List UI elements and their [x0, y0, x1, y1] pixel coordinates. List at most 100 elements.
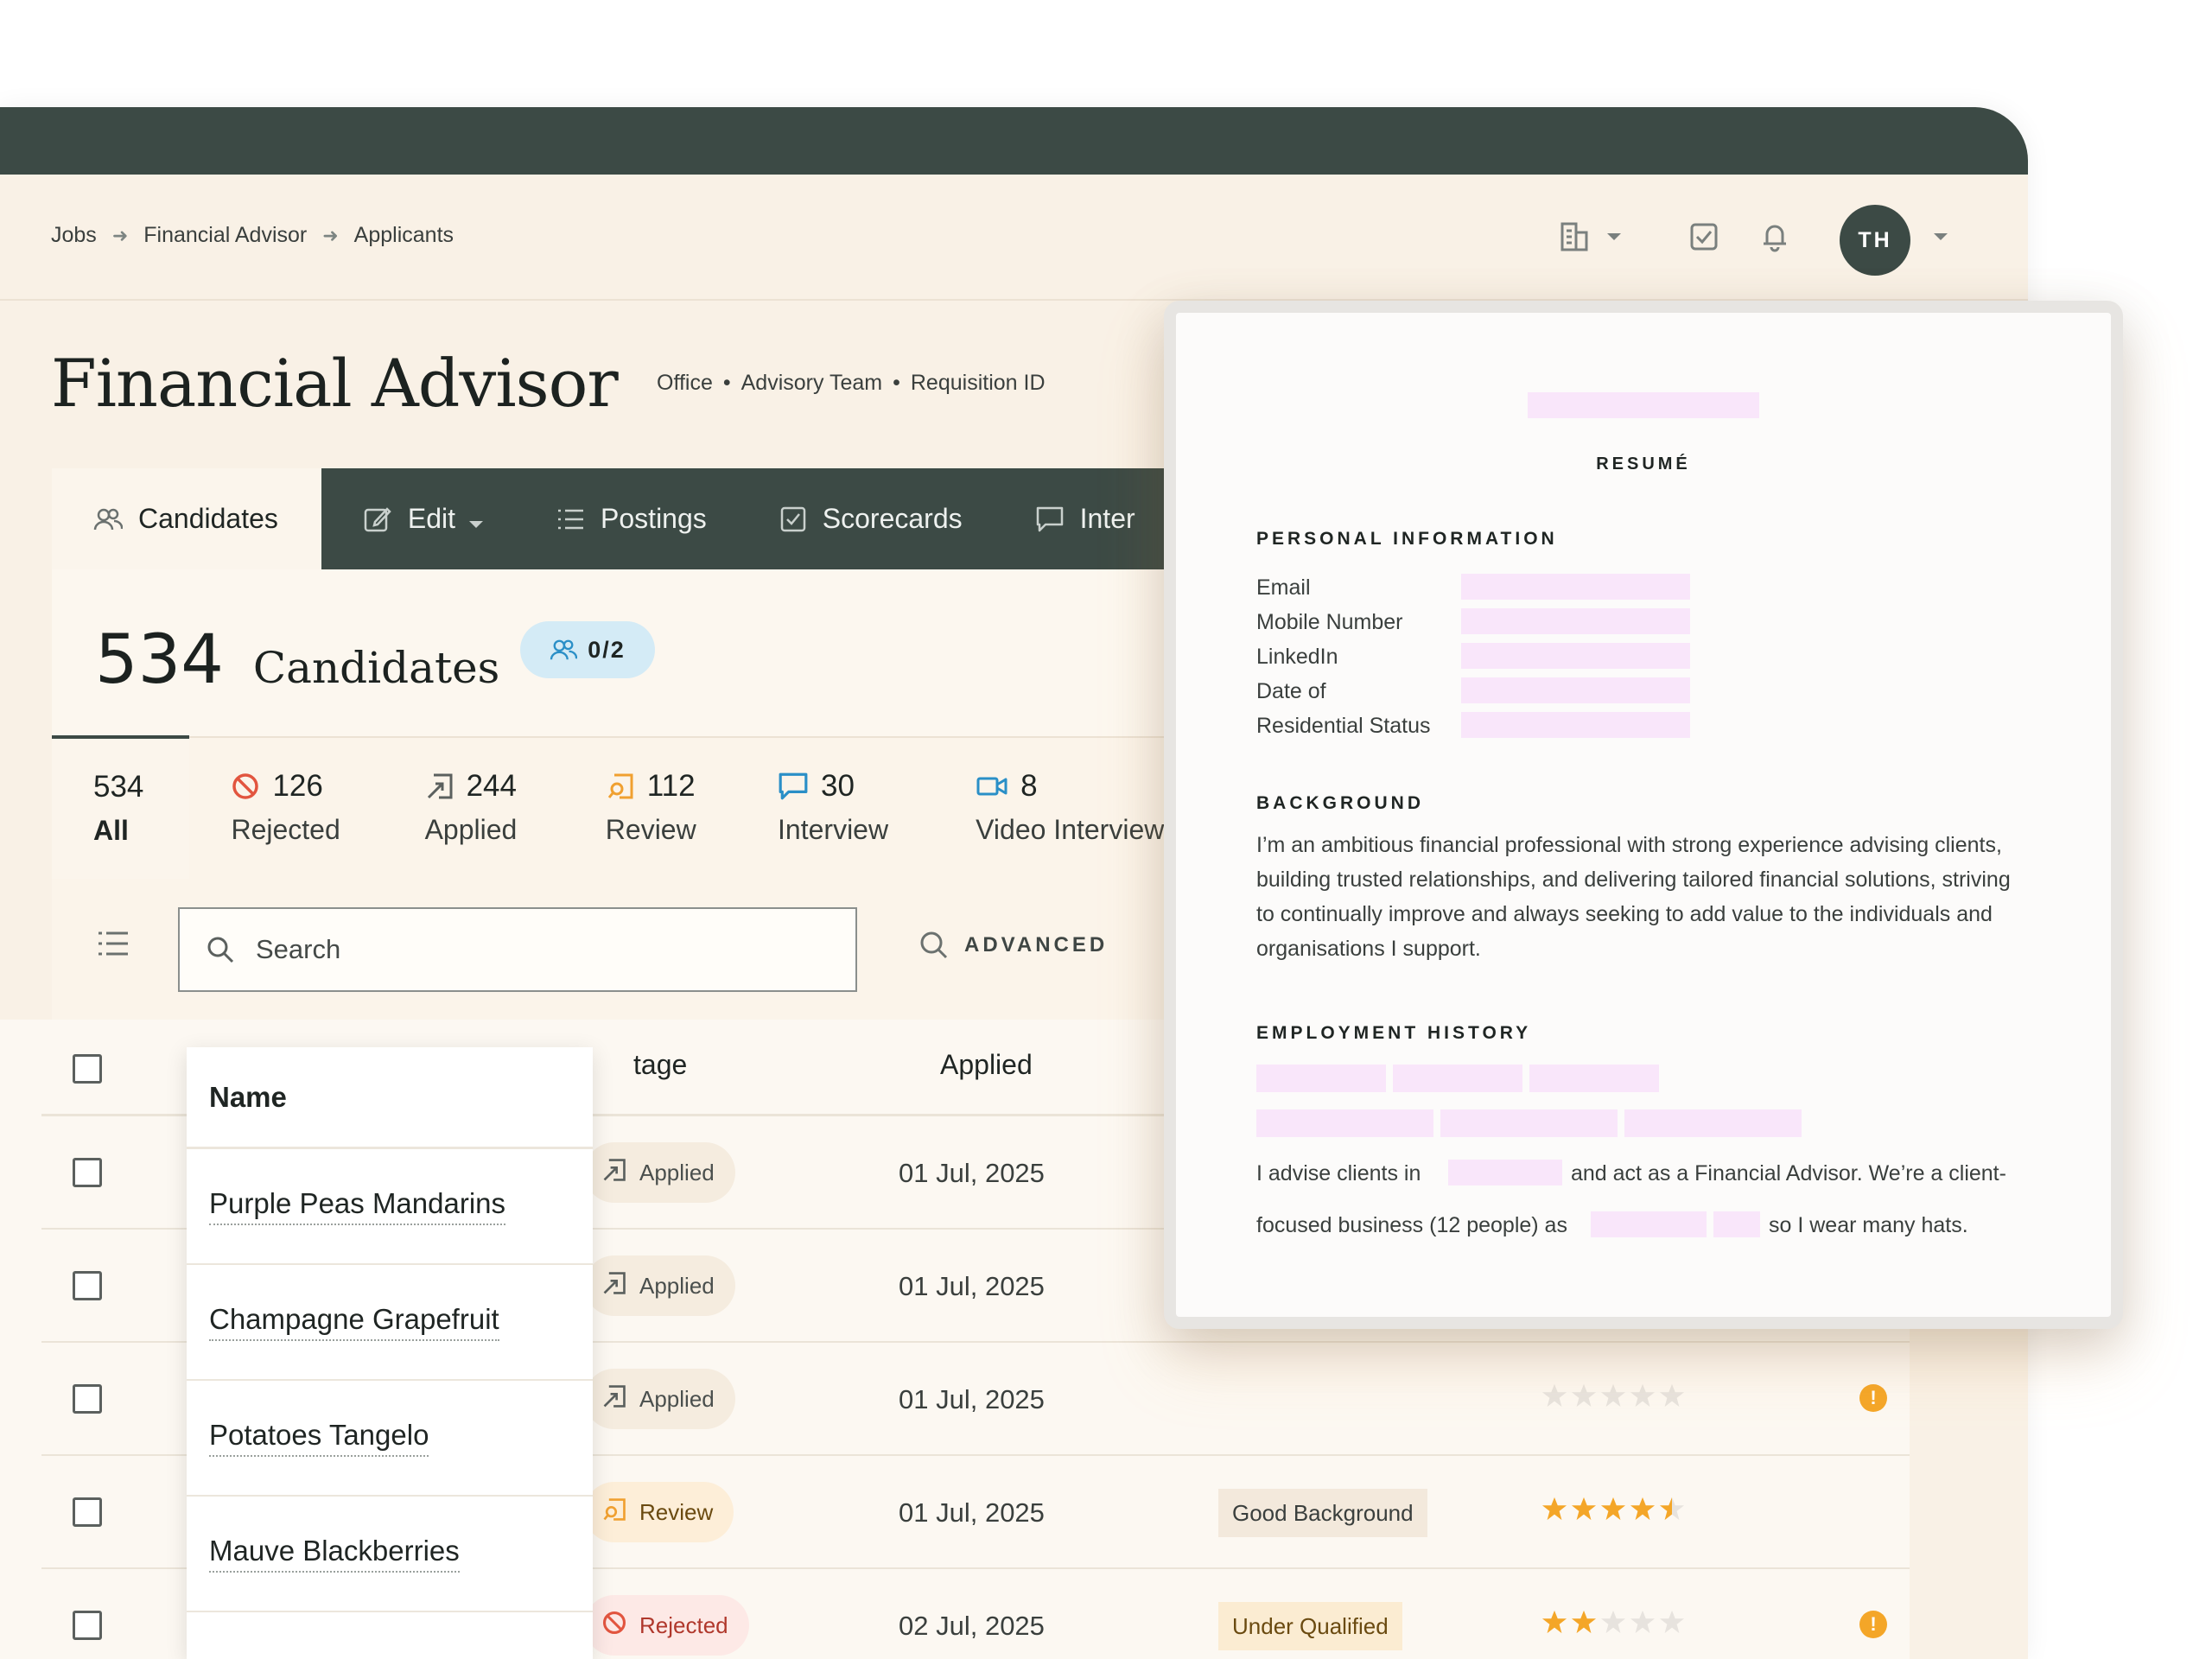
ban-icon — [601, 1610, 639, 1642]
stage-pill[interactable]: Applied — [584, 1255, 735, 1316]
search-placeholder: Search — [256, 934, 341, 964]
chevron-down-icon[interactable] — [1922, 218, 1960, 256]
name-cell[interactable] — [187, 1612, 593, 1659]
candidate-name[interactable]: Purple Peas Mandarins — [209, 1187, 506, 1225]
team-badge-text: 0/2 — [588, 636, 626, 663]
chat-icon — [779, 772, 808, 800]
stage-interview[interactable]: 30 Interview — [736, 738, 934, 879]
stage-label: Interview — [778, 814, 889, 845]
building-icon[interactable] — [1555, 218, 1593, 256]
field-linkedin: LinkedIn — [1256, 645, 1338, 669]
redacted-value — [1461, 574, 1690, 600]
stage-pill[interactable]: Applied — [584, 1142, 735, 1203]
applied-icon — [601, 1270, 639, 1302]
redacted-value — [1529, 1065, 1659, 1092]
employment-line-2-a: focused business (12 people) as — [1256, 1213, 1567, 1237]
stage-video-interview[interactable]: 8 Video Interview — [934, 738, 1175, 879]
stage-pill-label: Applied — [639, 1159, 715, 1185]
stage-pill[interactable]: Rejected — [584, 1595, 749, 1656]
stage-count: 30 — [821, 769, 855, 803]
candidate-name[interactable]: Champagne Grapefruit — [209, 1303, 499, 1341]
stage-pill-label: Review — [639, 1498, 714, 1525]
stage-count: 126 — [272, 769, 323, 803]
team-badge[interactable]: 0/2 — [520, 621, 655, 678]
stage-review[interactable]: 112 Review — [564, 738, 736, 879]
row-checkbox[interactable] — [73, 1497, 102, 1527]
tab-interviews[interactable]: Inter — [994, 468, 1166, 569]
avatar[interactable]: TH — [1840, 205, 1910, 276]
search-icon — [920, 931, 948, 959]
field-residential-status: Residential Status — [1256, 714, 1431, 738]
stage-label: Review — [605, 814, 696, 845]
search-icon — [207, 937, 234, 963]
redacted-value — [1591, 1211, 1707, 1237]
task-check-icon[interactable] — [1685, 218, 1723, 256]
tab-edit[interactable]: Edit — [321, 468, 514, 569]
stage-pill-label: Rejected — [639, 1611, 728, 1638]
tab-postings[interactable]: Postings — [514, 468, 738, 569]
stage-all[interactable]: 534 All — [52, 735, 190, 879]
row-checkbox[interactable] — [73, 1384, 102, 1414]
warning-icon[interactable]: ! — [1859, 1611, 1887, 1638]
tab-bar: Candidates Edit Postings Scorecards Inte… — [52, 468, 1175, 569]
row-checkbox[interactable] — [73, 1611, 102, 1640]
stage-pill-label: Applied — [639, 1272, 715, 1299]
star-icon — [1600, 1383, 1626, 1408]
name-cell[interactable]: Purple Peas Mandarins — [187, 1149, 593, 1265]
star-icon — [1571, 1610, 1597, 1634]
breadcrumb-financial-advisor[interactable]: Financial Advisor — [143, 223, 307, 248]
name-cell[interactable]: Mauve Blackberries — [187, 1497, 593, 1612]
candidate-name[interactable]: Potatoes Tangelo — [209, 1419, 429, 1457]
list-view-icon[interactable] — [97, 929, 130, 963]
redacted-value — [1713, 1211, 1760, 1237]
review-icon — [601, 1497, 639, 1529]
rating-stars — [1541, 1609, 1685, 1635]
search-input[interactable]: Search — [178, 907, 857, 992]
breadcrumb-applicants[interactable]: Applicants — [354, 223, 454, 248]
redacted-value — [1624, 1109, 1802, 1137]
page-title: Financial Advisor — [51, 345, 619, 422]
advanced-search-button[interactable]: ADVANCED — [919, 931, 1108, 960]
personal-info-heading: PERSONAL INFORMATION — [1256, 529, 1558, 549]
employment-line-2-b: so I wear many hats. — [1769, 1213, 1968, 1237]
tab-label: Candidates — [138, 503, 278, 534]
row-checkbox[interactable] — [73, 1158, 102, 1187]
employment-heading: EMPLOYMENT HISTORY — [1256, 1023, 1532, 1043]
redacted-value — [1393, 1065, 1522, 1092]
name-cell[interactable]: Champagne Grapefruit — [187, 1265, 593, 1381]
stage-applied[interactable]: 244 Applied — [384, 738, 564, 879]
redacted-value — [1448, 1160, 1562, 1185]
candidate-name[interactable]: Mauve Blackberries — [209, 1535, 460, 1573]
separator-dot: • — [722, 371, 731, 395]
resume-title: RESUMÉ — [1596, 454, 1691, 474]
top-bar — [0, 107, 2028, 175]
tab-scorecards[interactable]: Scorecards — [738, 468, 994, 569]
stage-count: 8 — [1020, 769, 1038, 803]
column-header-applied[interactable]: Applied — [940, 1049, 1033, 1081]
checkbox-icon — [779, 505, 807, 533]
resume-preview-card: RESUMÉ PERSONAL INFORMATION Email Mobile… — [1164, 301, 2123, 1329]
candidate-count: 534 Candidates — [95, 621, 499, 699]
meta-office: Office — [657, 371, 713, 395]
status-tag: Under Qualified — [1218, 1602, 1402, 1650]
row-checkbox[interactable] — [73, 1271, 102, 1300]
name-cell[interactable]: Potatoes Tangelo — [187, 1381, 593, 1497]
stage-count: 112 — [646, 769, 696, 803]
status-tag: Good Background — [1218, 1489, 1427, 1537]
list-icon — [556, 506, 585, 532]
warning-icon[interactable]: ! — [1859, 1384, 1887, 1412]
stage-count: 244 — [466, 769, 517, 803]
stage-rejected[interactable]: 126 Rejected — [189, 738, 383, 879]
stage-label: Applied — [424, 814, 518, 845]
column-header-name[interactable]: Name — [187, 1047, 593, 1149]
bell-icon[interactable] — [1756, 218, 1794, 256]
tab-candidates[interactable]: Candidates — [52, 468, 321, 569]
breadcrumb-jobs[interactable]: Jobs — [51, 223, 97, 248]
stage-pill[interactable]: Review — [584, 1482, 734, 1542]
page-meta: Office • Advisory Team • Requisition ID — [657, 371, 1046, 396]
column-header-stage[interactable]: tage — [633, 1049, 687, 1081]
chevron-down-icon[interactable] — [1595, 218, 1633, 256]
stage-pill[interactable]: Applied — [584, 1369, 735, 1429]
field-email: Email — [1256, 575, 1311, 600]
select-all-checkbox[interactable] — [73, 1054, 102, 1084]
